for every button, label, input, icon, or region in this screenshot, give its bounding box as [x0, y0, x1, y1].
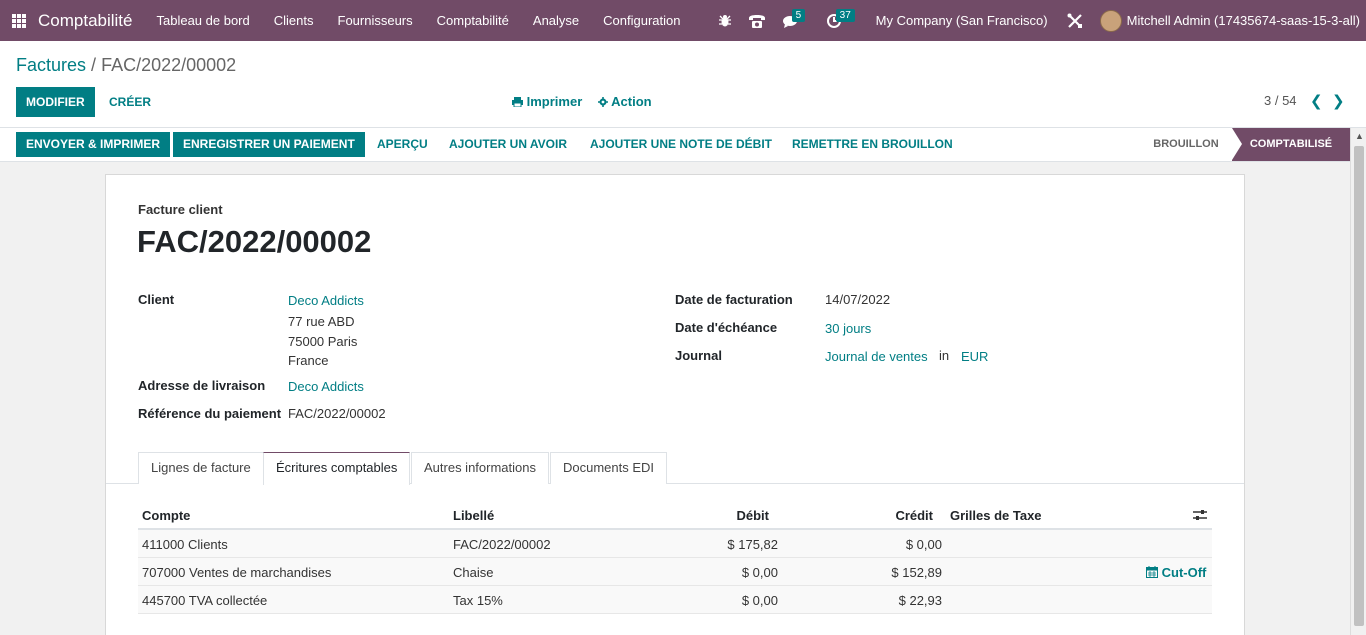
menu-configuration[interactable]: Configuration: [591, 0, 692, 41]
row-label: Chaise: [453, 565, 494, 580]
payment-reference-label: Référence du paiement: [138, 406, 282, 421]
tab-other-info[interactable]: Autres informations: [411, 452, 549, 484]
row-debit: $ 0,00: [741, 593, 778, 608]
column-account[interactable]: Compte: [142, 508, 190, 523]
messages-icon[interactable]: 5: [774, 0, 808, 41]
journal-link[interactable]: Journal de ventes: [825, 349, 928, 364]
chevron-right-icon[interactable]: ❯: [1332, 92, 1345, 110]
control-panel: Factures / FAC/2022/00002 MODIFIER CRÉER…: [0, 41, 1366, 128]
row-debit: $ 175,82: [727, 537, 778, 552]
send-print-button[interactable]: ENVOYER & IMPRIMER: [16, 132, 171, 157]
client-link[interactable]: Deco Addicts: [288, 293, 364, 308]
client-address-line1: 77 rue ABD: [288, 314, 355, 329]
due-date-label: Date d'échéance: [675, 320, 778, 335]
scrollbar[interactable]: ▲: [1350, 128, 1366, 635]
calendar-icon: [1146, 566, 1158, 578]
gear-icon: [598, 97, 608, 107]
tab-journal-items[interactable]: Écritures comptables: [263, 452, 411, 485]
stage-posted[interactable]: COMPTABILISÉ: [1232, 128, 1350, 161]
invoice-form-sheet: Facture client FAC/2022/00002 Client Dec…: [105, 174, 1245, 635]
row-debit: $ 0,00: [741, 565, 778, 580]
messages-badge: 5: [791, 9, 806, 22]
invoice-number: FAC/2022/00002: [137, 224, 372, 259]
journal-label: Journal: [675, 348, 722, 363]
table-row[interactable]: 411000 Clients FAC/2022/00002 $ 175,82 $…: [138, 530, 1212, 558]
menu-dashboard[interactable]: Tableau de bord: [145, 0, 262, 41]
status-bar: ENVOYER & IMPRIMER ENREGISTRER UN PAIEME…: [0, 128, 1350, 162]
company-switcher[interactable]: My Company (San Francisco): [866, 13, 1058, 28]
shipping-address-label: Adresse de livraison: [138, 378, 266, 393]
reset-to-draft-button[interactable]: REMETTRE EN BROUILLON: [792, 132, 953, 157]
row-account: 707000 Ventes de marchandises: [142, 565, 332, 580]
apps-menu-icon[interactable]: [12, 13, 26, 28]
user-menu[interactable]: Mitchell Admin (17435674-saas-15-3-all): [1092, 9, 1366, 32]
shipping-address-link[interactable]: Deco Addicts: [288, 379, 364, 394]
column-credit[interactable]: Crédit: [895, 508, 933, 523]
table-row[interactable]: 445700 TVA collectée Tax 15% $ 0,00 $ 22…: [138, 586, 1212, 614]
activities-clock-icon[interactable]: 37: [818, 0, 855, 41]
edit-button[interactable]: MODIFIER: [16, 87, 95, 117]
add-debit-note-button[interactable]: AJOUTER UNE NOTE DE DÉBIT: [590, 132, 772, 157]
client-label: Client: [138, 292, 175, 307]
scroll-up-arrow-icon[interactable]: ▲: [1355, 131, 1364, 141]
top-navbar: Comptabilité Tableau de bord Clients Fou…: [0, 0, 1366, 41]
row-label: FAC/2022/00002: [453, 537, 551, 552]
menu-customers[interactable]: Clients: [262, 0, 326, 41]
column-label[interactable]: Libellé: [453, 508, 494, 523]
stage-draft[interactable]: BROUILLON: [1140, 128, 1232, 161]
row-credit: $ 152,89: [891, 565, 942, 580]
row-credit: $ 0,00: [905, 537, 942, 552]
pager-value[interactable]: 3 / 54: [1264, 93, 1297, 108]
print-dropdown[interactable]: Imprimer: [512, 94, 582, 109]
tab-invoice-lines[interactable]: Lignes de facture: [138, 452, 264, 484]
invoice-date-label: Date de facturation: [675, 292, 793, 307]
row-account: 411000 Clients: [142, 537, 228, 552]
client-country: France: [288, 353, 329, 368]
row-label: Tax 15%: [453, 593, 503, 608]
optional-columns-icon[interactable]: [1193, 509, 1207, 524]
invoice-date-value[interactable]: 14/07/2022: [825, 292, 890, 307]
chevron-left-icon[interactable]: ❮: [1310, 92, 1323, 110]
column-debit[interactable]: Débit: [737, 508, 770, 523]
action-label: Action: [611, 94, 652, 109]
row-account: 445700 TVA collectée: [142, 593, 268, 608]
app-name[interactable]: Comptabilité: [38, 11, 133, 31]
create-button[interactable]: CRÉER: [99, 87, 161, 117]
tab-edi-documents[interactable]: Documents EDI: [550, 452, 668, 484]
scroll-thumb[interactable]: [1354, 146, 1364, 626]
menu-vendors[interactable]: Fournisseurs: [326, 0, 425, 41]
menu-reporting[interactable]: Analyse: [521, 0, 591, 41]
tools-icon[interactable]: [1058, 0, 1092, 41]
stage-posted-label: COMPTABILISÉ: [1249, 138, 1333, 150]
table-row[interactable]: 707000 Ventes de marchandises Chaise $ 0…: [138, 558, 1212, 586]
breadcrumb: Factures / FAC/2022/00002: [16, 55, 236, 76]
row-credit: $ 22,93: [898, 593, 942, 608]
preview-button[interactable]: APERÇU: [377, 132, 428, 157]
client-address-line2: 75000 Paris: [288, 334, 358, 349]
menu-accounting[interactable]: Comptabilité: [425, 0, 521, 41]
breadcrumb-invoices-link[interactable]: Factures: [16, 55, 86, 75]
user-name: Mitchell Admin (17435674-saas-15-3-all): [1126, 13, 1360, 28]
action-dropdown[interactable]: Action: [598, 94, 652, 109]
add-credit-note-button[interactable]: AJOUTER UN AVOIR: [449, 132, 567, 157]
debug-bug-icon[interactable]: [710, 0, 740, 41]
currency-link[interactable]: EUR: [961, 349, 988, 364]
cut-off-label: Cut-Off: [1161, 565, 1207, 580]
phone-icon[interactable]: [740, 0, 774, 41]
print-icon: [512, 97, 523, 108]
journal-items-table-header: Compte Libellé Débit Crédit Grilles de T…: [138, 500, 1212, 530]
breadcrumb-separator: /: [91, 55, 97, 75]
journal-in-label: in: [939, 348, 950, 363]
cut-off-button[interactable]: Cut-Off: [1146, 565, 1206, 580]
activities-badge: 37: [835, 9, 855, 22]
payment-terms-link[interactable]: 30 jours: [825, 321, 871, 336]
register-payment-button[interactable]: ENREGISTRER UN PAIEMENT: [173, 132, 365, 157]
print-label: Imprimer: [526, 94, 583, 109]
document-type: Facture client: [138, 202, 223, 217]
avatar: [1099, 9, 1122, 32]
breadcrumb-current: FAC/2022/00002: [101, 55, 237, 75]
column-tax-grids[interactable]: Grilles de Taxe: [950, 508, 1042, 523]
payment-reference-value[interactable]: FAC/2022/00002: [288, 406, 386, 421]
